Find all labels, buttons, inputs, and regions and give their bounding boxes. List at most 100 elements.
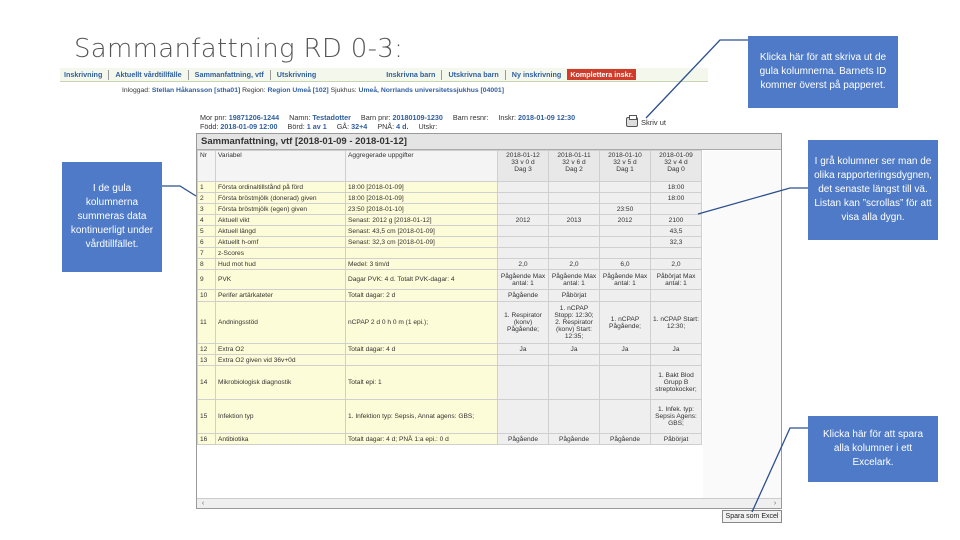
callout-print: Klicka här för att skriva ut de gula kol… bbox=[748, 36, 898, 108]
table-row: 3 Första bröstmjölk (egen) given 23:50 [20… bbox=[197, 203, 702, 215]
day-cell bbox=[599, 365, 651, 400]
day-cell bbox=[497, 365, 549, 400]
day-cell: Pågående Max antal: 1 bbox=[497, 269, 549, 290]
day-cell bbox=[548, 203, 600, 215]
day-cell bbox=[599, 192, 651, 204]
menu-item-utskrivna-barn[interactable]: Utskrivna barn bbox=[448, 70, 498, 79]
day-cell: 6,0 bbox=[599, 258, 651, 270]
birth-order: 1 av 1 bbox=[306, 122, 327, 131]
scroll-left-icon[interactable]: ‹ bbox=[199, 500, 207, 508]
admission-time: 2018-01-09 12:30 bbox=[518, 113, 576, 122]
day-cell: Pågående Max antal: 1 bbox=[599, 269, 651, 290]
horizontal-scrollbar[interactable]: ‹ › bbox=[197, 498, 781, 508]
table-row: 1 Första ordinaltillstånd på förd 18:00 [2… bbox=[197, 181, 702, 193]
day-cell bbox=[548, 236, 600, 248]
callout-yellow-columns: I de gula kolumnerna summeras data konti… bbox=[62, 162, 162, 272]
menu-separator bbox=[269, 69, 271, 80]
summary-panel: Sammanfattning, vtf [2018-01-09 - 2018-0… bbox=[196, 133, 782, 509]
row-number: 2 bbox=[197, 192, 216, 204]
day-cell bbox=[548, 399, 600, 434]
day-cell: Pågående bbox=[599, 433, 651, 445]
row-number: 14 bbox=[197, 365, 216, 400]
day-cell bbox=[497, 399, 549, 434]
day-cell: Pågående bbox=[497, 289, 549, 302]
scroll-right-icon[interactable]: › bbox=[771, 500, 779, 508]
row-number: 5 bbox=[197, 225, 216, 237]
column-header: Aggregerade uppgifter bbox=[345, 150, 498, 182]
menu-item-ny-inskrivning[interactable]: Ny inskrivning bbox=[512, 70, 562, 79]
print-button[interactable]: Skriv ut bbox=[626, 115, 666, 127]
menu-separator bbox=[504, 69, 506, 80]
day-cell bbox=[548, 247, 600, 259]
day-cell bbox=[497, 192, 549, 204]
day-cell: 18:00 bbox=[650, 181, 702, 193]
row-number: 9 bbox=[197, 269, 216, 290]
day-cell: 2013 bbox=[548, 214, 600, 226]
day-cell bbox=[650, 247, 702, 259]
day-cell: 2012 bbox=[599, 214, 651, 226]
app-header: Inskrivning Aktuellt vårdtillfälle Samma… bbox=[60, 68, 708, 108]
day-cell bbox=[497, 236, 549, 248]
menu-item-inskrivna-barn[interactable]: Inskrivna barn bbox=[386, 70, 435, 79]
day-cell: 32,3 bbox=[650, 236, 702, 248]
variable-cell: Andningsstöd bbox=[215, 301, 346, 344]
aggregate-cell: Totalt dagar: 4 d; PNÅ 1:a epi.: 0 d bbox=[345, 433, 498, 445]
day-cell bbox=[599, 225, 651, 237]
day-cell: Pågående Max antal: 1 bbox=[548, 269, 600, 290]
table-row: 8 Hud mot hud Medel: 3 tim/d 2,0 2,0 6,0 2,0 bbox=[197, 258, 702, 270]
panel-title: Sammanfattning, vtf [2018-01-09 - 2018-0… bbox=[197, 134, 781, 150]
variable-cell: Antibiotika bbox=[215, 433, 346, 445]
child-pnr: 20180109-1230 bbox=[392, 113, 443, 122]
day-cell: 43,5 bbox=[650, 225, 702, 237]
day-cell bbox=[599, 247, 651, 259]
menu-item-aktuellt[interactable]: Aktuellt vårdtillfälle bbox=[115, 70, 181, 79]
table-row: 4 Aktuell vikt Senast: 2012 g [2018-01-12]… bbox=[197, 214, 702, 226]
table-row: 11 Andningsstöd nCPAP 2 d 0 h 0 m (1 epi.)… bbox=[197, 301, 702, 344]
day-cell: 1. nCPAP Start: 12:30; bbox=[650, 301, 702, 344]
day-cell: 1. nCPAP Stopp: 12:30; 2. Respirator (ko… bbox=[548, 301, 600, 344]
day-cell bbox=[497, 354, 549, 366]
slide-title: Sammanfattning RD 0-3: bbox=[74, 34, 404, 64]
menu-item-utskrivning[interactable]: Utskrivning bbox=[277, 70, 317, 79]
menu-item-komplettera[interactable]: Komplettera inskr. bbox=[567, 69, 637, 80]
aggregate-cell: Dagar PVK: 4 d. Totalt PVK-dagar: 4 bbox=[345, 269, 498, 290]
table-row: 13 Extra O2 given vid 36v+0d bbox=[197, 354, 702, 366]
login-info: Inloggad: Stellan Håkansson [stha01] Reg… bbox=[122, 87, 504, 94]
row-number: 12 bbox=[197, 343, 216, 355]
day-cell: 2,0 bbox=[650, 258, 702, 270]
callout-excel: Klicka här för att spara alla kolumner i… bbox=[808, 416, 938, 482]
aggregate-cell: nCPAP 2 d 0 h 0 m (1 epi.); bbox=[345, 301, 498, 344]
aggregate-cell: Totalt epi: 1 bbox=[345, 365, 498, 400]
connector-line bbox=[162, 185, 197, 197]
table-row: 7 z-Scores bbox=[197, 247, 702, 259]
variable-cell: Infektion typ bbox=[215, 399, 346, 434]
day-column-header: 2018-01-11 32 v 6 d Dag 2 bbox=[548, 150, 600, 182]
callout-grey-columns: I grå kolumner ser man de olika rapporte… bbox=[808, 140, 938, 240]
gestational-age: 32+4 bbox=[351, 122, 368, 131]
day-cell: Pågående bbox=[497, 433, 549, 445]
table-header-row: Nr Variabel Aggregerade uppgifter 2018-0… bbox=[197, 150, 702, 182]
aggregate-cell: Totalt dagar: 2 d bbox=[345, 289, 498, 302]
mother-pnr: 19871206-1244 bbox=[228, 113, 280, 122]
menu-item-inskrivning[interactable]: Inskrivning bbox=[64, 70, 102, 79]
day-cell: Påbörjat Max antal: 1 bbox=[650, 269, 702, 290]
empty-area bbox=[703, 151, 781, 498]
day-cell bbox=[497, 247, 549, 259]
variable-cell: Första bröstmjölk (egen) given bbox=[215, 203, 346, 215]
aggregate-cell: Senast: 43,5 cm [2018-01-09] bbox=[345, 225, 498, 237]
table-row: 2 Första bröstmjölk (donerad) given 18:00 … bbox=[197, 192, 702, 204]
variable-cell: Aktuell längd bbox=[215, 225, 346, 237]
menu-item-sammanfattning[interactable]: Sammanfattning, vtf bbox=[195, 70, 264, 79]
row-number: 1 bbox=[197, 181, 216, 193]
table-row: 10 Perifer artärkateter Totalt dagar: 2 dP… bbox=[197, 289, 702, 302]
save-excel-button[interactable]: Spara som Excel bbox=[722, 510, 782, 523]
variable-cell: Aktuellt h-omf bbox=[215, 236, 346, 248]
summary-table: Nr Variabel Aggregerade uppgifter 2018-0… bbox=[197, 150, 702, 445]
main-menu: Inskrivning Aktuellt vårdtillfälle Samma… bbox=[60, 68, 708, 82]
day-cell bbox=[497, 225, 549, 237]
aggregate-cell: Senast: 32,3 cm [2018-01-09] bbox=[345, 236, 498, 248]
row-number: 11 bbox=[197, 301, 216, 344]
aggregate-cell bbox=[345, 354, 498, 366]
day-cell: Ja bbox=[650, 343, 702, 355]
table-row: 16 Antibiotika Totalt dagar: 4 d; PNÅ 1:a … bbox=[197, 433, 702, 445]
